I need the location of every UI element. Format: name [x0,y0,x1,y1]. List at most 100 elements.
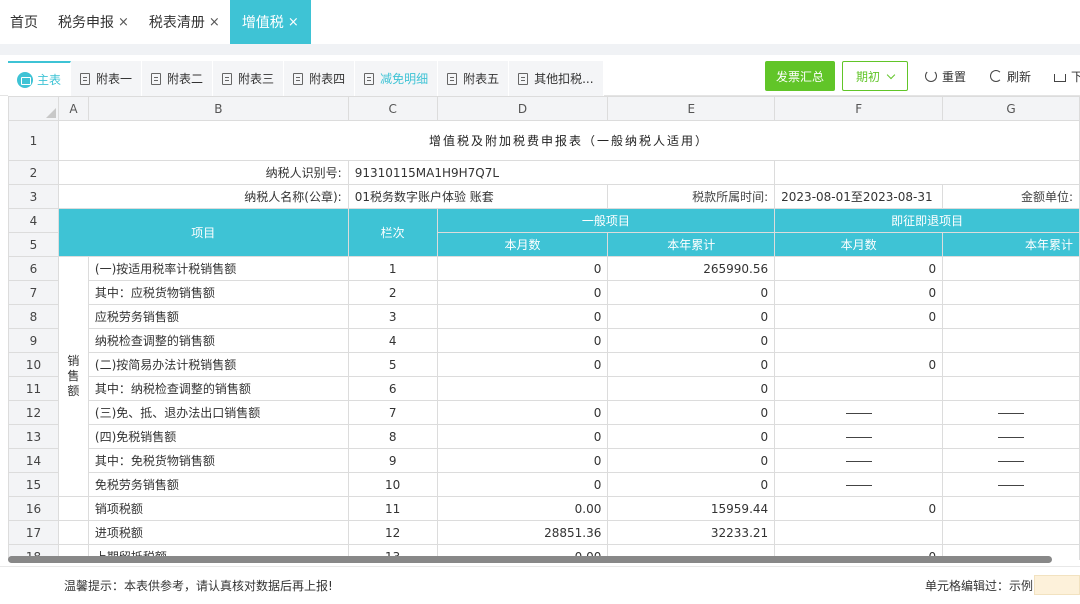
amount-cell[interactable]: 28851.36 [436,520,609,545]
amount-cell[interactable] [942,280,1080,305]
sales-group-label: 销售额 [57,256,89,497]
sheet-tab-schedule-3[interactable]: 附表三 [213,61,285,96]
item-label: 应税劳务销售额 [87,304,349,329]
dash-mark [845,412,872,414]
tab-tax-form-list[interactable]: 税表清册 × [139,0,230,44]
amount-cell[interactable]: 0 [774,496,944,521]
amount-cell[interactable]: 0.00 [436,496,609,521]
amount-cell[interactable]: 32233.21 [607,520,776,545]
reset-button[interactable]: 重置 [925,61,966,91]
sheet-tab-schedule-4[interactable]: 附表四 [284,61,356,96]
amount-cell[interactable]: 0 [607,424,776,449]
amount-cell[interactable]: 0 [436,328,609,353]
row-header[interactable]: 16 [8,496,59,521]
column-header-d[interactable]: D [436,96,609,121]
row-header[interactable]: 12 [8,400,59,425]
select-all-corner[interactable] [8,96,59,121]
amount-cell[interactable] [942,376,1080,401]
row-header[interactable]: 6 [8,256,59,281]
row-header[interactable]: 1 [8,120,59,161]
refresh-button[interactable]: 刷新 [990,61,1031,91]
amount-cell[interactable]: 0 [436,424,609,449]
line-number: 1 [347,256,438,281]
period-dropdown[interactable]: 期初 [842,61,908,91]
amount-cell[interactable]: 0 [774,256,944,281]
amount-cell[interactable] [942,304,1080,329]
amount-cell[interactable]: 0 [436,400,609,425]
close-icon[interactable]: × [209,15,220,30]
amount-cell[interactable]: 0 [607,328,776,353]
taxpayer-id[interactable]: 91310115MA1H9H7Q7L [347,160,776,185]
amount-cell[interactable]: 0 [607,280,776,305]
horizontal-scrollbar[interactable] [8,556,1052,563]
row-header[interactable]: 7 [8,280,59,305]
tab-tax-filing[interactable]: 税务申报 × [48,0,139,44]
column-header-c[interactable]: C [347,96,438,121]
sheet-tab-other-deductions[interactable]: 其他扣税... [509,61,604,96]
amount-cell[interactable]: 0 [774,280,944,305]
close-icon[interactable]: × [288,15,299,30]
amount-cell[interactable] [942,328,1080,353]
amount-cell[interactable]: 0 [607,376,776,401]
invoice-summary-button[interactable]: 发票汇总 [765,61,835,91]
amount-cell[interactable] [942,520,1080,545]
row-header[interactable]: 3 [8,184,59,209]
line-number: 6 [347,376,438,401]
unit-label: 金额单位: [942,184,1080,209]
amount-cell[interactable] [942,496,1080,521]
row-header[interactable]: 11 [8,376,59,401]
row-header[interactable]: 9 [8,328,59,353]
amount-cell[interactable]: 0 [607,448,776,473]
row-header[interactable]: 4 [8,208,59,233]
row-header[interactable]: 10 [8,352,59,377]
sheet-tab-schedule-1[interactable]: 附表一 [71,61,143,96]
sheet-tab-main[interactable]: 主表 [8,61,72,96]
tab-label: 首页 [10,15,38,31]
amount-cell[interactable] [774,328,944,353]
table-row: 10 (二)按简易办法计税销售额 5 0 0 0 [8,352,1080,377]
amount-cell[interactable]: 0 [436,448,609,473]
na-cell [774,472,944,497]
sheet-tab-reduction-detail[interactable]: 减免明细 [355,61,439,96]
column-header-a[interactable]: A [57,96,89,121]
sheet-tab-schedule-5[interactable]: 附表五 [438,61,510,96]
amount-cell[interactable]: 0 [436,352,609,377]
amount-cell[interactable] [942,352,1080,377]
amount-cell[interactable] [942,256,1080,281]
taxpayer-name[interactable]: 01税务数字账户体验 账套 [347,184,609,209]
amount-cell[interactable] [774,520,944,545]
tab-label: 增值税 [241,15,284,31]
row-header[interactable]: 2 [8,160,59,185]
amount-cell[interactable]: 0 [774,304,944,329]
amount-cell[interactable]: 0 [436,472,609,497]
amount-cell[interactable]: 0 [774,352,944,377]
period-value[interactable]: 2023-08-01至2023-08-31 [774,184,944,209]
amount-cell[interactable] [436,376,609,401]
export-button[interactable]: 下 [1054,61,1080,91]
column-header-b[interactable]: B [87,96,349,121]
amount-cell[interactable]: 15959.44 [607,496,776,521]
sheet-tab-schedule-2[interactable]: 附表二 [142,61,214,96]
amount-cell[interactable]: 0 [436,304,609,329]
amount-cell[interactable]: 0 [607,304,776,329]
tab-home[interactable]: 首页 [0,0,48,44]
column-header-g[interactable]: G [942,96,1080,121]
row-header[interactable]: 14 [8,448,59,473]
amount-cell[interactable] [774,376,944,401]
amount-cell[interactable]: 0 [607,400,776,425]
column-header-e[interactable]: E [607,96,776,121]
row-header[interactable]: 8 [8,304,59,329]
amount-cell[interactable]: 0 [436,280,609,305]
amount-cell[interactable]: 265990.56 [607,256,776,281]
amount-cell[interactable]: 0 [607,472,776,497]
amount-cell[interactable]: 0 [607,352,776,377]
row-header[interactable]: 13 [8,424,59,449]
spreadsheet[interactable]: A B C D E F G 1 增值税及附加税费申报表（一般纳税人适用） 2 纳… [8,96,1080,560]
tab-vat[interactable]: 增值税 × [229,0,311,44]
amount-cell[interactable]: 0 [436,256,609,281]
row-header[interactable]: 5 [8,232,59,257]
column-header-f[interactable]: F [774,96,944,121]
row-header[interactable]: 15 [8,472,59,497]
close-icon[interactable]: × [118,15,129,30]
row-header[interactable]: 17 [8,520,59,545]
